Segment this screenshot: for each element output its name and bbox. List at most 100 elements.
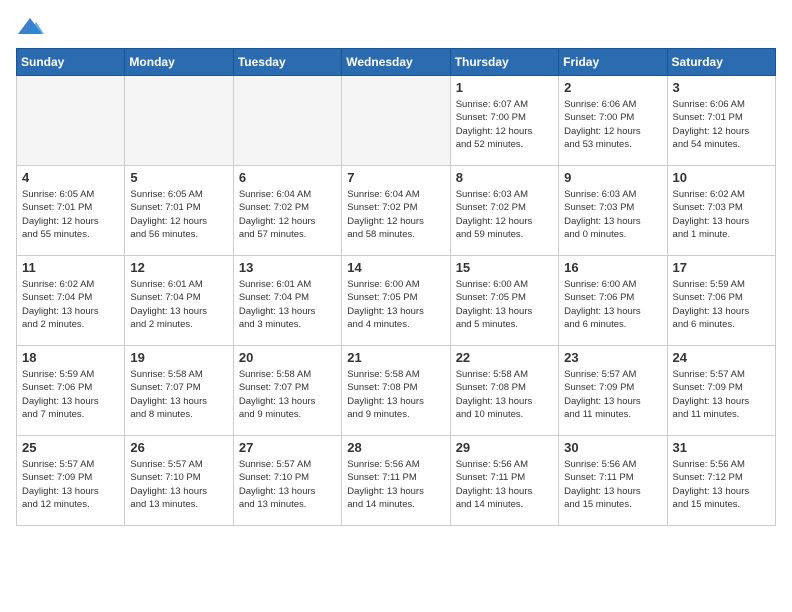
calendar-cell (342, 76, 450, 166)
day-info: Sunrise: 6:04 AM Sunset: 7:02 PM Dayligh… (347, 188, 444, 241)
calendar-cell: 3 Sunrise: 6:06 AM Sunset: 7:01 PM Daylig… (667, 76, 775, 166)
day-info: Sunrise: 5:57 AM Sunset: 7:10 PM Dayligh… (239, 458, 336, 511)
calendar-cell (125, 76, 233, 166)
calendar-cell: 28 Sunrise: 5:56 AM Sunset: 7:11 PM Dayli… (342, 436, 450, 526)
calendar-cell: 16 Sunrise: 6:00 AM Sunset: 7:06 PM Dayli… (559, 256, 667, 346)
calendar-cell: 27 Sunrise: 5:57 AM Sunset: 7:10 PM Dayli… (233, 436, 341, 526)
day-number: 10 (673, 170, 770, 185)
day-info: Sunrise: 5:57 AM Sunset: 7:10 PM Dayligh… (130, 458, 227, 511)
day-info: Sunrise: 5:58 AM Sunset: 7:07 PM Dayligh… (130, 368, 227, 421)
calendar-week-3: 11 Sunrise: 6:02 AM Sunset: 7:04 PM Dayli… (17, 256, 776, 346)
day-info: Sunrise: 6:03 AM Sunset: 7:03 PM Dayligh… (564, 188, 661, 241)
day-info: Sunrise: 6:05 AM Sunset: 7:01 PM Dayligh… (130, 188, 227, 241)
day-number: 11 (22, 260, 119, 275)
day-info: Sunrise: 5:59 AM Sunset: 7:06 PM Dayligh… (673, 278, 770, 331)
calendar-cell: 29Sunrise: 5:56 AM Sunset: 7:11 PM Dayli… (450, 436, 558, 526)
day-info: Sunrise: 6:04 AM Sunset: 7:02 PM Dayligh… (239, 188, 336, 241)
day-info: Sunrise: 6:02 AM Sunset: 7:04 PM Dayligh… (22, 278, 119, 331)
day-info: Sunrise: 6:01 AM Sunset: 7:04 PM Dayligh… (130, 278, 227, 331)
calendar-cell: 8 Sunrise: 6:03 AM Sunset: 7:02 PM Daylig… (450, 166, 558, 256)
day-info: Sunrise: 5:56 AM Sunset: 7:11 PM Dayligh… (347, 458, 444, 511)
calendar-cell: 10 Sunrise: 6:02 AM Sunset: 7:03 PM Dayli… (667, 166, 775, 256)
day-number: 28 (347, 440, 444, 455)
day-number: 31 (673, 440, 770, 455)
calendar-cell: 14 Sunrise: 6:00 AM Sunset: 7:05 PM Dayli… (342, 256, 450, 346)
day-number: 2 (564, 80, 661, 95)
day-info: Sunrise: 6:00 AM Sunset: 7:05 PM Dayligh… (347, 278, 444, 331)
calendar-cell: 24Sunrise: 5:57 AM Sunset: 7:09 PM Dayli… (667, 346, 775, 436)
day-number: 6 (239, 170, 336, 185)
day-info: Sunrise: 5:57 AM Sunset: 7:09 PM Dayligh… (673, 368, 770, 421)
calendar-cell: 2 Sunrise: 6:06 AM Sunset: 7:00 PM Daylig… (559, 76, 667, 166)
day-number: 23 (564, 350, 661, 365)
day-number: 19 (130, 350, 227, 365)
day-info: Sunrise: 5:56 AM Sunset: 7:11 PM Dayligh… (564, 458, 661, 511)
day-info: Sunrise: 5:58 AM Sunset: 7:08 PM Dayligh… (456, 368, 553, 421)
day-number: 21 (347, 350, 444, 365)
weekday-header-saturday: Saturday (667, 49, 775, 76)
day-number: 22 (456, 350, 553, 365)
calendar-cell: 12Sunrise: 6:01 AM Sunset: 7:04 PM Dayli… (125, 256, 233, 346)
day-number: 27 (239, 440, 336, 455)
day-info: Sunrise: 6:07 AM Sunset: 7:00 PM Dayligh… (456, 98, 553, 151)
calendar-cell: 26 Sunrise: 5:57 AM Sunset: 7:10 PM Dayli… (125, 436, 233, 526)
weekday-header-wednesday: Wednesday (342, 49, 450, 76)
calendar-cell: 15 Sunrise: 6:00 AM Sunset: 7:05 PM Dayli… (450, 256, 558, 346)
day-info: Sunrise: 6:06 AM Sunset: 7:00 PM Dayligh… (564, 98, 661, 151)
weekday-header-sunday: Sunday (17, 49, 125, 76)
day-info: Sunrise: 6:06 AM Sunset: 7:01 PM Dayligh… (673, 98, 770, 151)
day-number: 18 (22, 350, 119, 365)
calendar-cell: 6 Sunrise: 6:04 AM Sunset: 7:02 PM Daylig… (233, 166, 341, 256)
day-info: Sunrise: 6:00 AM Sunset: 7:06 PM Dayligh… (564, 278, 661, 331)
day-number: 8 (456, 170, 553, 185)
day-info: Sunrise: 5:59 AM Sunset: 7:06 PM Dayligh… (22, 368, 119, 421)
day-number: 16 (564, 260, 661, 275)
calendar-cell: 31 Sunrise: 5:56 AM Sunset: 7:12 PM Dayli… (667, 436, 775, 526)
day-number: 4 (22, 170, 119, 185)
day-info: Sunrise: 5:57 AM Sunset: 7:09 PM Dayligh… (22, 458, 119, 511)
weekday-header-friday: Friday (559, 49, 667, 76)
weekday-header-tuesday: Tuesday (233, 49, 341, 76)
day-number: 17 (673, 260, 770, 275)
day-number: 29 (456, 440, 553, 455)
calendar-cell: 13 Sunrise: 6:01 AM Sunset: 7:04 PM Dayli… (233, 256, 341, 346)
day-number: 15 (456, 260, 553, 275)
day-number: 25 (22, 440, 119, 455)
day-number: 9 (564, 170, 661, 185)
day-info: Sunrise: 6:02 AM Sunset: 7:03 PM Dayligh… (673, 188, 770, 241)
day-number: 26 (130, 440, 227, 455)
calendar-cell: 9 Sunrise: 6:03 AM Sunset: 7:03 PM Daylig… (559, 166, 667, 256)
weekday-header-monday: Monday (125, 49, 233, 76)
calendar-cell: 30 Sunrise: 5:56 AM Sunset: 7:11 PM Dayli… (559, 436, 667, 526)
calendar-cell: 19 Sunrise: 5:58 AM Sunset: 7:07 PM Dayli… (125, 346, 233, 436)
day-number: 20 (239, 350, 336, 365)
day-info: Sunrise: 5:58 AM Sunset: 7:07 PM Dayligh… (239, 368, 336, 421)
day-number: 30 (564, 440, 661, 455)
day-info: Sunrise: 6:01 AM Sunset: 7:04 PM Dayligh… (239, 278, 336, 331)
day-info: Sunrise: 5:57 AM Sunset: 7:09 PM Dayligh… (564, 368, 661, 421)
day-number: 14 (347, 260, 444, 275)
day-number: 7 (347, 170, 444, 185)
logo (16, 16, 48, 36)
calendar-cell: 11 Sunrise: 6:02 AM Sunset: 7:04 PM Dayli… (17, 256, 125, 346)
logo-icon (16, 16, 44, 36)
day-info: Sunrise: 6:03 AM Sunset: 7:02 PM Dayligh… (456, 188, 553, 241)
day-info: Sunrise: 5:58 AM Sunset: 7:08 PM Dayligh… (347, 368, 444, 421)
calendar-cell: 17 Sunrise: 5:59 AM Sunset: 7:06 PM Dayli… (667, 256, 775, 346)
calendar-week-4: 18 Sunrise: 5:59 AM Sunset: 7:06 PM Dayli… (17, 346, 776, 436)
day-number: 3 (673, 80, 770, 95)
day-number: 13 (239, 260, 336, 275)
calendar-week-2: 4 Sunrise: 6:05 AM Sunset: 7:01 PM Daylig… (17, 166, 776, 256)
calendar-cell: 22 Sunrise: 5:58 AM Sunset: 7:08 PM Dayli… (450, 346, 558, 436)
calendar-cell: 23 Sunrise: 5:57 AM Sunset: 7:09 PM Dayli… (559, 346, 667, 436)
calendar-week-5: 25 Sunrise: 5:57 AM Sunset: 7:09 PM Dayli… (17, 436, 776, 526)
calendar-cell: 7 Sunrise: 6:04 AM Sunset: 7:02 PM Daylig… (342, 166, 450, 256)
calendar-cell: 4Sunrise: 6:05 AM Sunset: 7:01 PM Daylig… (17, 166, 125, 256)
day-number: 5 (130, 170, 227, 185)
day-info: Sunrise: 6:00 AM Sunset: 7:05 PM Dayligh… (456, 278, 553, 331)
day-info: Sunrise: 5:56 AM Sunset: 7:12 PM Dayligh… (673, 458, 770, 511)
day-number: 1 (456, 80, 553, 95)
calendar-cell: 21 Sunrise: 5:58 AM Sunset: 7:08 PM Dayli… (342, 346, 450, 436)
calendar-cell: 18 Sunrise: 5:59 AM Sunset: 7:06 PM Dayli… (17, 346, 125, 436)
calendar-cell: 25 Sunrise: 5:57 AM Sunset: 7:09 PM Dayli… (17, 436, 125, 526)
